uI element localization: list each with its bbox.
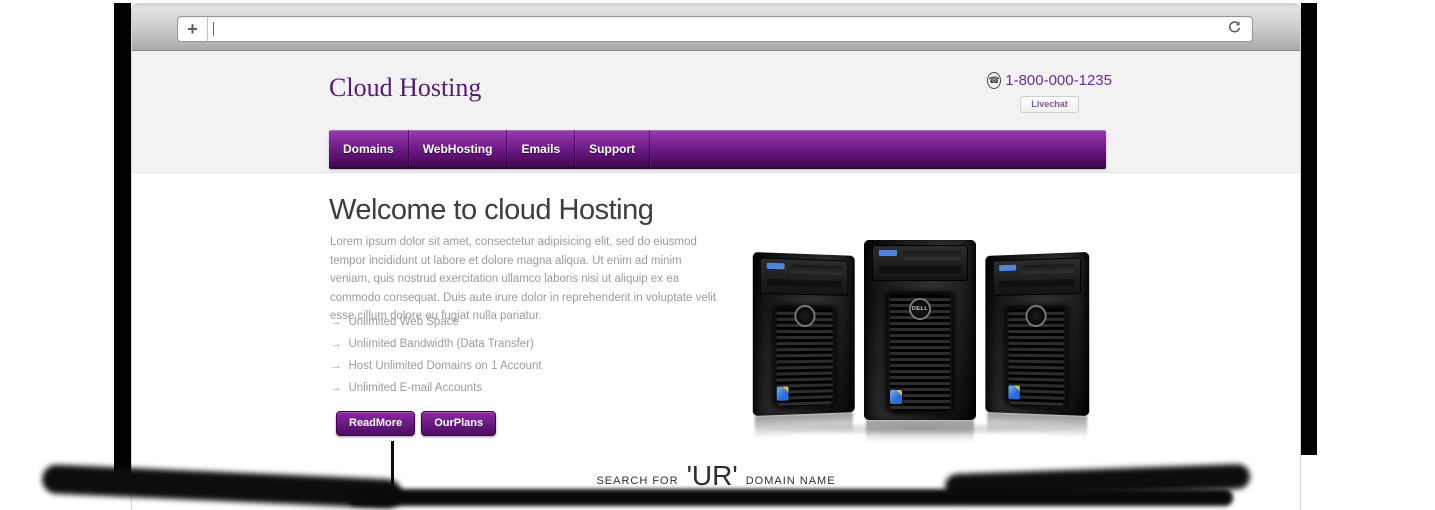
new-tab-button[interactable]: + [178,17,208,41]
nav-item-emails[interactable]: Emails [507,130,575,167]
nav-item-support[interactable]: Support [575,130,650,167]
page-title: Welcome to cloud Hosting [329,194,653,227]
drive-slot [999,279,1075,288]
lcd-display [879,250,897,256]
our-plans-button[interactable]: OurPlans [421,411,496,436]
nav-item-webhosting[interactable]: WebHosting [409,130,508,167]
dell-logo [1025,305,1046,327]
feature-item: → Host Unlimited Domains on 1 Account [330,360,542,372]
search-suffix: DOMAIN NAME [746,475,836,490]
drive-slot [879,266,961,273]
lcd-display [767,263,785,270]
optical-drive [903,251,961,260]
optical-drive [1021,264,1074,275]
nav-item-label: WebHosting [423,142,493,156]
intel-badge [777,386,789,400]
reload-button[interactable] [1225,21,1243,39]
feature-label: Host Unlimited Domains on 1 Account [349,360,542,372]
feature-label: Unlimited Bandwidth (Data Transfer) [349,338,534,350]
intro-paragraph: Lorem ipsum dolor sit amet, consectetur … [330,233,724,326]
reflection [755,412,853,442]
feature-label: Unlimited E-mail Accounts [349,382,483,394]
search-highlight: 'UR' [687,462,738,490]
reload-icon [1227,20,1242,40]
contact-block: ☎ 1-800-000-1235 Livechat [987,72,1112,113]
drive-slot [767,279,841,288]
livechat-button[interactable]: Livechat [1020,96,1079,113]
main-nav: Domains WebHosting Emails Support [329,130,1106,169]
site-logo: Cloud Hosting [329,73,481,103]
dell-logo: DELL [909,298,931,320]
intel-badge [890,390,902,404]
phone-number[interactable]: 1-800-000-1235 [1005,72,1112,89]
reflection [987,412,1087,442]
drive-bay [872,245,968,281]
server-towers-image: DELL [748,240,1094,446]
server-tower-left [753,252,855,416]
optical-drive [791,265,842,276]
nav-item-label: Support [589,142,635,156]
lcd-display [999,265,1016,271]
feature-item: → Unlimited Bandwidth (Data Transfer) [330,338,542,350]
url-input[interactable] [214,17,1252,41]
drive-bay [760,257,848,295]
dell-logo [794,305,815,327]
cta-buttons: ReadMore OurPlans [336,411,496,436]
read-more-button[interactable]: ReadMore [336,411,415,436]
phone-row: ☎ 1-800-000-1235 [987,72,1112,89]
feature-list: → Unlimited Web Space → Unlimited Bandwi… [330,316,542,394]
browser-window: + Cloud Hosting ☎ [131,3,1301,510]
feature-item: → Unlimited Web Space [330,316,542,328]
address-bar: + [177,16,1253,42]
left-bezel [114,3,131,478]
reflection [866,420,974,446]
feature-label: Unlimited Web Space [349,316,459,328]
arrow-icon: → [330,338,342,350]
feature-item: → Unlimited E-mail Accounts [330,382,542,394]
nav-item-label: Domains [343,142,394,156]
plus-icon: + [187,20,198,38]
arrow-icon: → [330,382,342,394]
phone-icon: ☎ [987,72,1001,89]
arrow-icon: → [330,360,342,372]
nav-item-label: Emails [521,142,560,156]
bottom-shadow-bar [348,489,1233,506]
intel-badge [1008,385,1019,399]
right-bezel [1301,3,1317,455]
server-tower-middle: DELL [864,240,976,420]
server-tower-right [985,252,1089,416]
browser-chrome: + [132,3,1300,51]
arrow-icon: → [330,316,342,328]
drive-bay [992,257,1081,295]
search-prefix: SEARCH FOR [596,475,678,490]
nav-item-domains[interactable]: Domains [329,130,409,167]
screenshot-canvas: + Cloud Hosting ☎ [0,0,1435,510]
shadow-fold-line [391,441,394,491]
